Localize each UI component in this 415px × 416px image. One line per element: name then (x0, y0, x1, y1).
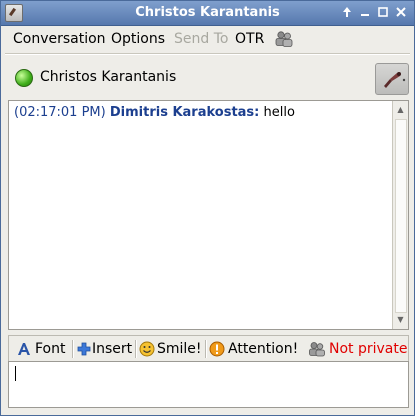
toolbar-divider (72, 340, 74, 358)
otr-privacy-button[interactable]: Not private (307, 336, 407, 362)
buddy-name: Christos Karantanis (40, 69, 177, 85)
buddy-avatar-icon[interactable] (375, 63, 409, 95)
font-button[interactable]: Font (12, 336, 70, 362)
people-icon (308, 341, 326, 357)
insert-button[interactable]: Insert (75, 336, 135, 362)
title-bar[interactable]: Christos Karantanis (1, 1, 414, 26)
maximize-icon[interactable] (376, 5, 390, 19)
smile-button[interactable]: Smile! (138, 336, 204, 362)
formatting-toolbar: Font Insert Smile! Attention! Not privat… (8, 335, 409, 362)
attention-icon (209, 341, 225, 357)
scroll-trough[interactable] (395, 119, 407, 313)
menu-send-to[interactable]: Send To (174, 31, 228, 47)
message-sender: Dimitris Karakostas: (109, 105, 260, 120)
scroll-down-icon[interactable]: ▼ (393, 312, 408, 328)
buddy-header: Christos Karantanis (1, 59, 414, 97)
plus-icon (76, 341, 92, 357)
available-status-icon (15, 69, 33, 87)
attention-button[interactable]: Attention! (208, 336, 300, 362)
menu-options[interactable]: Options (111, 31, 165, 47)
smiley-icon (139, 341, 155, 357)
message-timestamp: (02:17:01 PM) (14, 105, 106, 120)
minimize-icon[interactable] (358, 5, 372, 19)
scroll-up-icon[interactable]: ▲ (393, 102, 408, 118)
font-icon (16, 341, 32, 357)
menu-otr[interactable]: OTR (235, 31, 264, 47)
conversation-window: Christos Karantanis Conversation Options… (0, 0, 415, 416)
message-entry[interactable] (8, 361, 409, 408)
menu-bar: Conversation Options Send To OTR (1, 26, 414, 52)
message-line: (02:17:01 PM) Dimitris Karakostas: hello (14, 105, 295, 120)
history-scrollbar[interactable]: ▲ ▼ (392, 101, 408, 329)
toolbar-divider (205, 340, 207, 358)
text-cursor (15, 366, 16, 381)
menu-separator (5, 53, 410, 55)
close-icon[interactable] (394, 5, 408, 19)
up-arrow-icon[interactable] (340, 5, 354, 19)
message-text: hello (259, 105, 295, 120)
conversation-history[interactable]: (02:17:01 PM) Dimitris Karakostas: hello… (8, 100, 409, 330)
toolbar-divider (135, 340, 137, 358)
menu-conversation[interactable]: Conversation (13, 31, 106, 47)
people-icon[interactable] (274, 30, 294, 48)
